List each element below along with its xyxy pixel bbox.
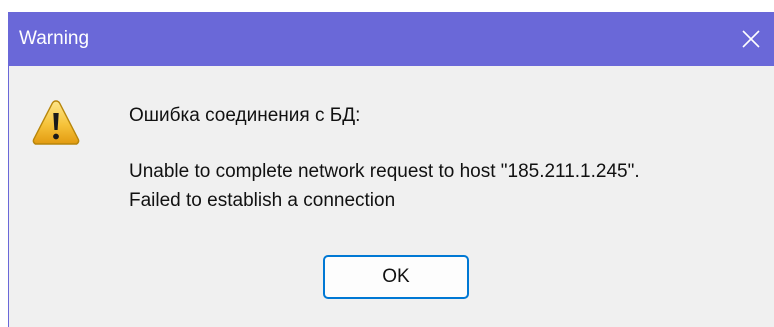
title-bar[interactable]: Warning [9,12,774,66]
error-heading: Ошибка соединения с БД: [129,105,361,126]
window-title: Warning [19,28,90,49]
close-button[interactable] [728,12,774,66]
error-line-1: Unable to complete network request to ho… [129,161,640,182]
error-message: Unable to complete network request to ho… [129,157,640,215]
error-line-2: Failed to establish a connection [129,190,396,211]
ok-button[interactable]: OK [323,255,469,299]
warning-dialog: Warning Ошибка соединения с БД: Unable t… [8,12,774,327]
close-icon [742,30,760,48]
warning-icon [32,100,80,145]
